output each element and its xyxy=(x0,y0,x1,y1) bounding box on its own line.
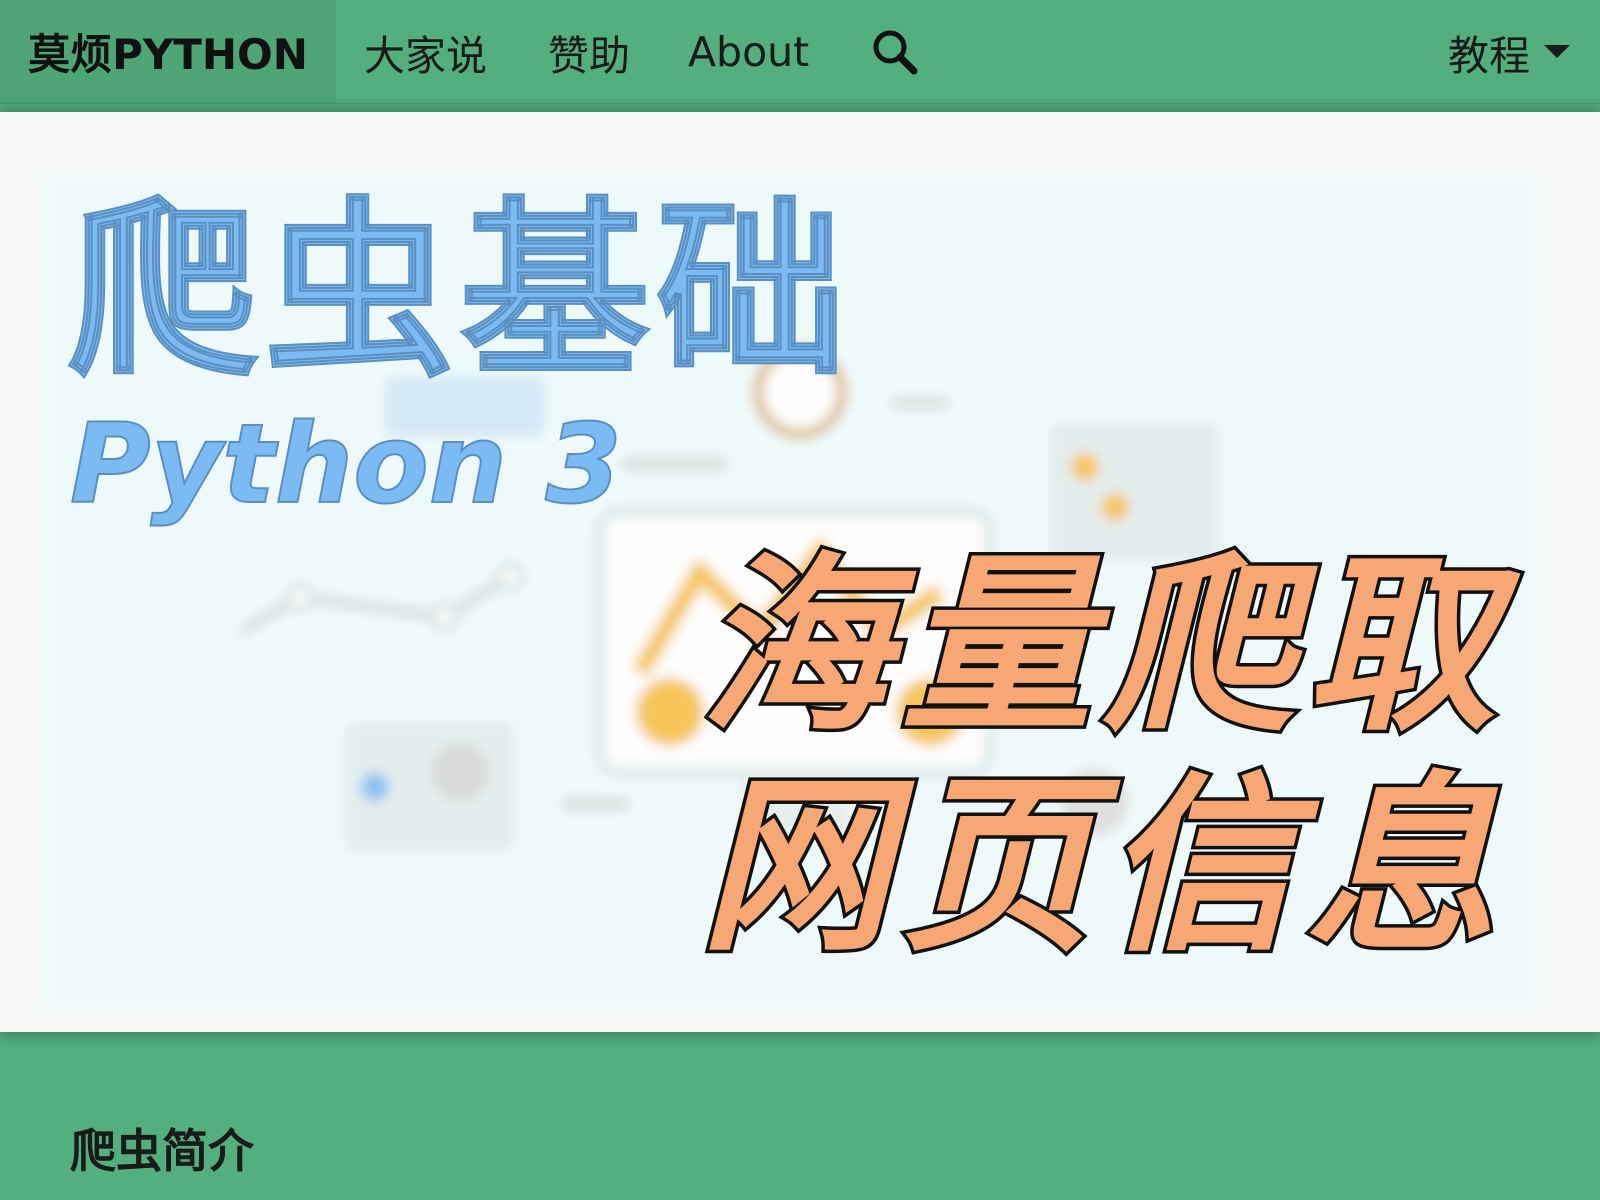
hero-illustration: 爬虫基础 Python 3 海量爬取 网页信息 xyxy=(40,172,1540,1012)
hero-subtitle: Python 3 xyxy=(70,400,622,528)
nav-link-sponsor[interactable]: 赞助 xyxy=(548,0,630,103)
tutorial-dropdown[interactable]: 教程 xyxy=(1448,0,1570,103)
hero-title: 爬虫基础 xyxy=(68,181,852,402)
hero-banner: 爬虫基础 Python 3 海量爬取 网页信息 xyxy=(0,112,1600,1032)
search-button[interactable] xyxy=(870,0,920,103)
search-icon xyxy=(873,30,918,74)
hero-slogan-line-1: 海量爬取 xyxy=(700,534,1521,757)
top-navbar: 莫烦PYTHON 大家说 赞助 About 教程 xyxy=(0,0,1600,104)
nav-link-about[interactable]: About xyxy=(688,0,809,103)
hero-slogan-line-2: 网页信息 xyxy=(700,754,1508,977)
brand-logo-link[interactable]: 莫烦PYTHON xyxy=(0,0,336,103)
caret-down-icon xyxy=(1544,45,1570,58)
section-title: 爬虫简介 xyxy=(70,1124,254,1178)
tutorial-dropdown-label: 教程 xyxy=(1448,31,1530,80)
nav-link-testimonials[interactable]: 大家说 xyxy=(364,0,487,103)
